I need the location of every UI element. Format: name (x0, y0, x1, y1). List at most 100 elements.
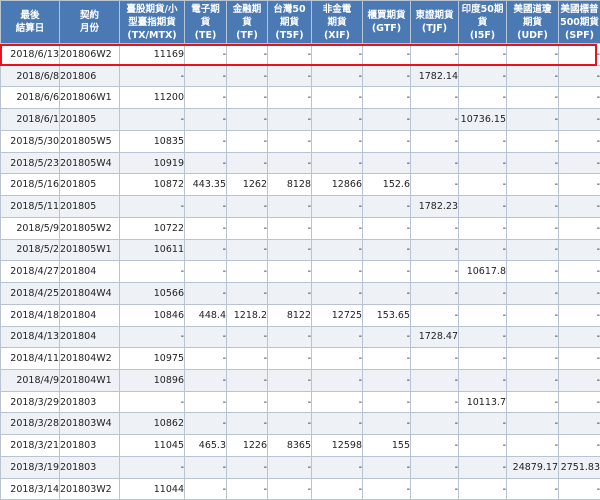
price-cell: - (559, 130, 600, 152)
price-cell: - (227, 370, 268, 392)
price-cell: - (312, 391, 363, 413)
price-cell: - (363, 413, 411, 435)
price-cell: - (120, 391, 185, 413)
settlement-date-cell: 2018/6/1 (1, 109, 60, 131)
price-cell: 155 (363, 435, 411, 457)
price-cell: - (459, 370, 507, 392)
price-cell: - (507, 196, 559, 218)
price-cell: 448.4 (185, 304, 227, 326)
header-xif: 非金電期貨(XIF) (312, 1, 363, 44)
price-cell: 12866 (312, 174, 363, 196)
price-cell: - (559, 478, 600, 500)
price-cell: - (227, 196, 268, 218)
price-cell: - (411, 174, 459, 196)
price-cell: - (559, 348, 600, 370)
price-cell: - (185, 456, 227, 478)
settlement-date-cell: 2018/3/21 (1, 435, 60, 457)
price-cell: 10872 (120, 174, 185, 196)
price-cell: - (120, 261, 185, 283)
price-cell: - (185, 326, 227, 348)
price-cell: - (227, 44, 268, 66)
table-row: 2018/6/13201806W211169--------- (1, 44, 600, 66)
price-cell: 8365 (268, 435, 312, 457)
price-cell: - (227, 261, 268, 283)
price-cell: - (185, 152, 227, 174)
price-cell: - (507, 65, 559, 87)
price-cell: - (559, 370, 600, 392)
price-cell: 1782.14 (411, 65, 459, 87)
price-cell: - (363, 326, 411, 348)
contract-month-cell: 201804W4 (60, 283, 120, 305)
contract-month-cell: 201805W4 (60, 152, 120, 174)
price-cell: 153.65 (363, 304, 411, 326)
price-cell: - (268, 370, 312, 392)
price-cell: - (227, 478, 268, 500)
price-cell: - (312, 348, 363, 370)
price-cell: - (363, 370, 411, 392)
table-row: 2018/4/11201804W210975--------- (1, 348, 600, 370)
settlement-date-cell: 2018/3/29 (1, 391, 60, 413)
price-cell: - (507, 109, 559, 131)
price-cell: - (507, 130, 559, 152)
table-row: 2018/5/1620180510872443.3512628128128661… (1, 174, 600, 196)
price-cell: - (312, 44, 363, 66)
price-cell: - (363, 391, 411, 413)
price-cell: - (411, 152, 459, 174)
price-cell: - (411, 456, 459, 478)
price-cell: - (363, 348, 411, 370)
price-cell: - (268, 456, 312, 478)
price-cell: - (185, 87, 227, 109)
price-cell: - (507, 261, 559, 283)
price-cell: - (507, 239, 559, 261)
price-cell: - (559, 261, 600, 283)
table-header-row: 最後結算日契約月份臺股期貨/小型臺指期貨(TX/MTX)電子期貨(TE)金融期貨… (1, 1, 600, 44)
price-cell: 12725 (312, 304, 363, 326)
price-cell: - (185, 261, 227, 283)
price-cell: - (559, 44, 600, 66)
price-cell: - (363, 87, 411, 109)
price-cell: - (459, 304, 507, 326)
price-cell: - (185, 196, 227, 218)
price-cell: - (227, 217, 268, 239)
price-cell: 10566 (120, 283, 185, 305)
price-cell: - (411, 413, 459, 435)
price-cell: - (459, 152, 507, 174)
price-cell: - (312, 196, 363, 218)
price-cell: - (507, 44, 559, 66)
settlement-date-cell: 2018/6/13 (1, 44, 60, 66)
settlement-date-cell: 2018/3/14 (1, 478, 60, 500)
price-cell: - (559, 87, 600, 109)
header-gtf: 櫃買期貨(GTF) (363, 1, 411, 44)
table-row: 2018/5/23201805W410919--------- (1, 152, 600, 174)
price-cell: - (312, 217, 363, 239)
table-row: 2018/5/2201805W110611--------- (1, 239, 600, 261)
price-cell: - (507, 348, 559, 370)
price-cell: - (459, 239, 507, 261)
price-cell: - (227, 65, 268, 87)
price-cell: - (227, 326, 268, 348)
table-row: 2018/6/6201806W111200--------- (1, 87, 600, 109)
table-row: 2018/3/28201803W410862--------- (1, 413, 600, 435)
price-cell: - (559, 239, 600, 261)
contract-month-cell: 201804W1 (60, 370, 120, 392)
contract-month-cell: 201804 (60, 304, 120, 326)
price-cell: - (312, 370, 363, 392)
table-row: 2018/4/13201804------1728.47--- (1, 326, 600, 348)
price-cell: - (411, 435, 459, 457)
price-cell: 152.6 (363, 174, 411, 196)
price-cell: - (268, 87, 312, 109)
price-cell: 8128 (268, 174, 312, 196)
table-row: 2018/5/30201805W510835--------- (1, 130, 600, 152)
price-cell: - (185, 370, 227, 392)
price-cell: 8122 (268, 304, 312, 326)
price-cell: - (120, 65, 185, 87)
contract-month-cell: 201803W4 (60, 413, 120, 435)
price-cell: 1226 (227, 435, 268, 457)
table-row: 2018/3/19201803--------24879.172751.83 (1, 456, 600, 478)
price-cell: 10846 (120, 304, 185, 326)
price-cell: 10113.7 (459, 391, 507, 413)
price-cell: - (120, 326, 185, 348)
price-cell: 11200 (120, 87, 185, 109)
contract-month-cell: 201805 (60, 109, 120, 131)
price-cell: - (459, 478, 507, 500)
